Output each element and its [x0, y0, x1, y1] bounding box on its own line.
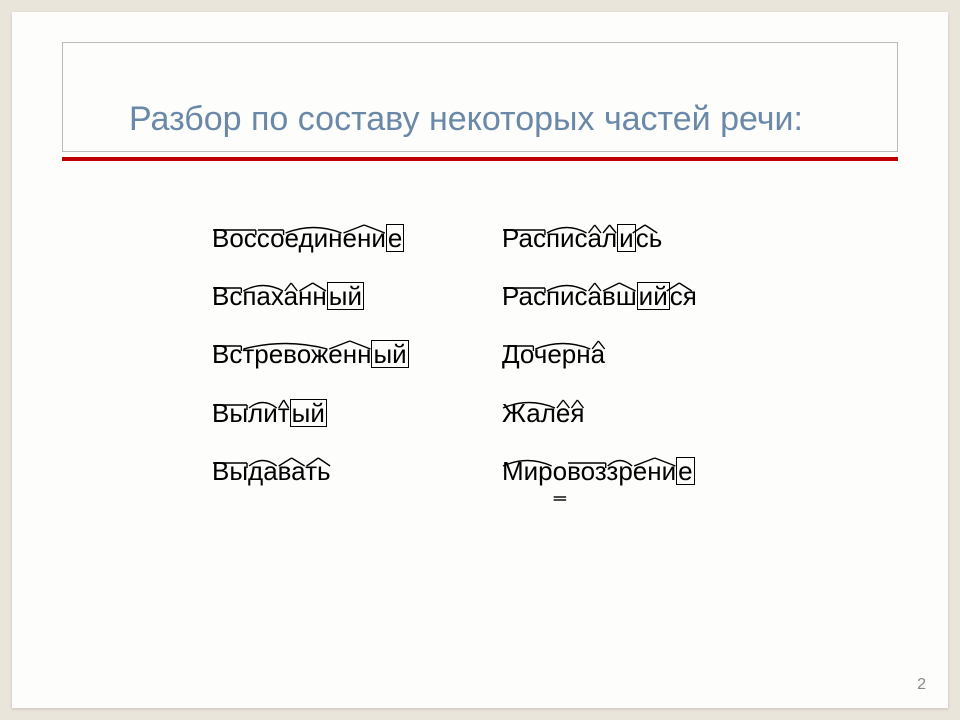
- word-row: ВоссоединениеРасписались: [212, 212, 772, 254]
- accent-divider: [62, 157, 898, 161]
- word-cell: Мировоззрение: [502, 445, 762, 487]
- word-row: ВыдаватьМировоззрение: [212, 445, 772, 487]
- word-row: ВстревоженныйДочерна: [212, 328, 772, 370]
- word-cell: Встревоженный: [212, 328, 502, 370]
- word-row: ВспаханныйРасписавшийся: [212, 270, 772, 312]
- word-grid: ВоссоединениеРасписалисьВспаханныйРаспис…: [212, 212, 772, 503]
- word-cell: Выдавать: [212, 445, 502, 487]
- word-cell: Воссоединение: [212, 212, 502, 254]
- page-number: 2: [917, 676, 926, 694]
- word-cell: Вылитый: [212, 387, 502, 429]
- word-cell: Расписались: [502, 212, 762, 254]
- word-cell: Жалея: [502, 387, 762, 429]
- word-cell: Дочерна: [502, 328, 762, 370]
- word-cell: Вспаханный: [212, 270, 502, 312]
- slide-title: Разбор по составу некоторых частей речи:: [129, 100, 803, 139]
- slide: Разбор по составу некоторых частей речи:…: [12, 12, 948, 708]
- word-row: ВылитыйЖалея: [212, 387, 772, 429]
- word-cell: Расписавшийся: [502, 270, 762, 312]
- title-frame: Разбор по составу некоторых частей речи:: [62, 42, 898, 152]
